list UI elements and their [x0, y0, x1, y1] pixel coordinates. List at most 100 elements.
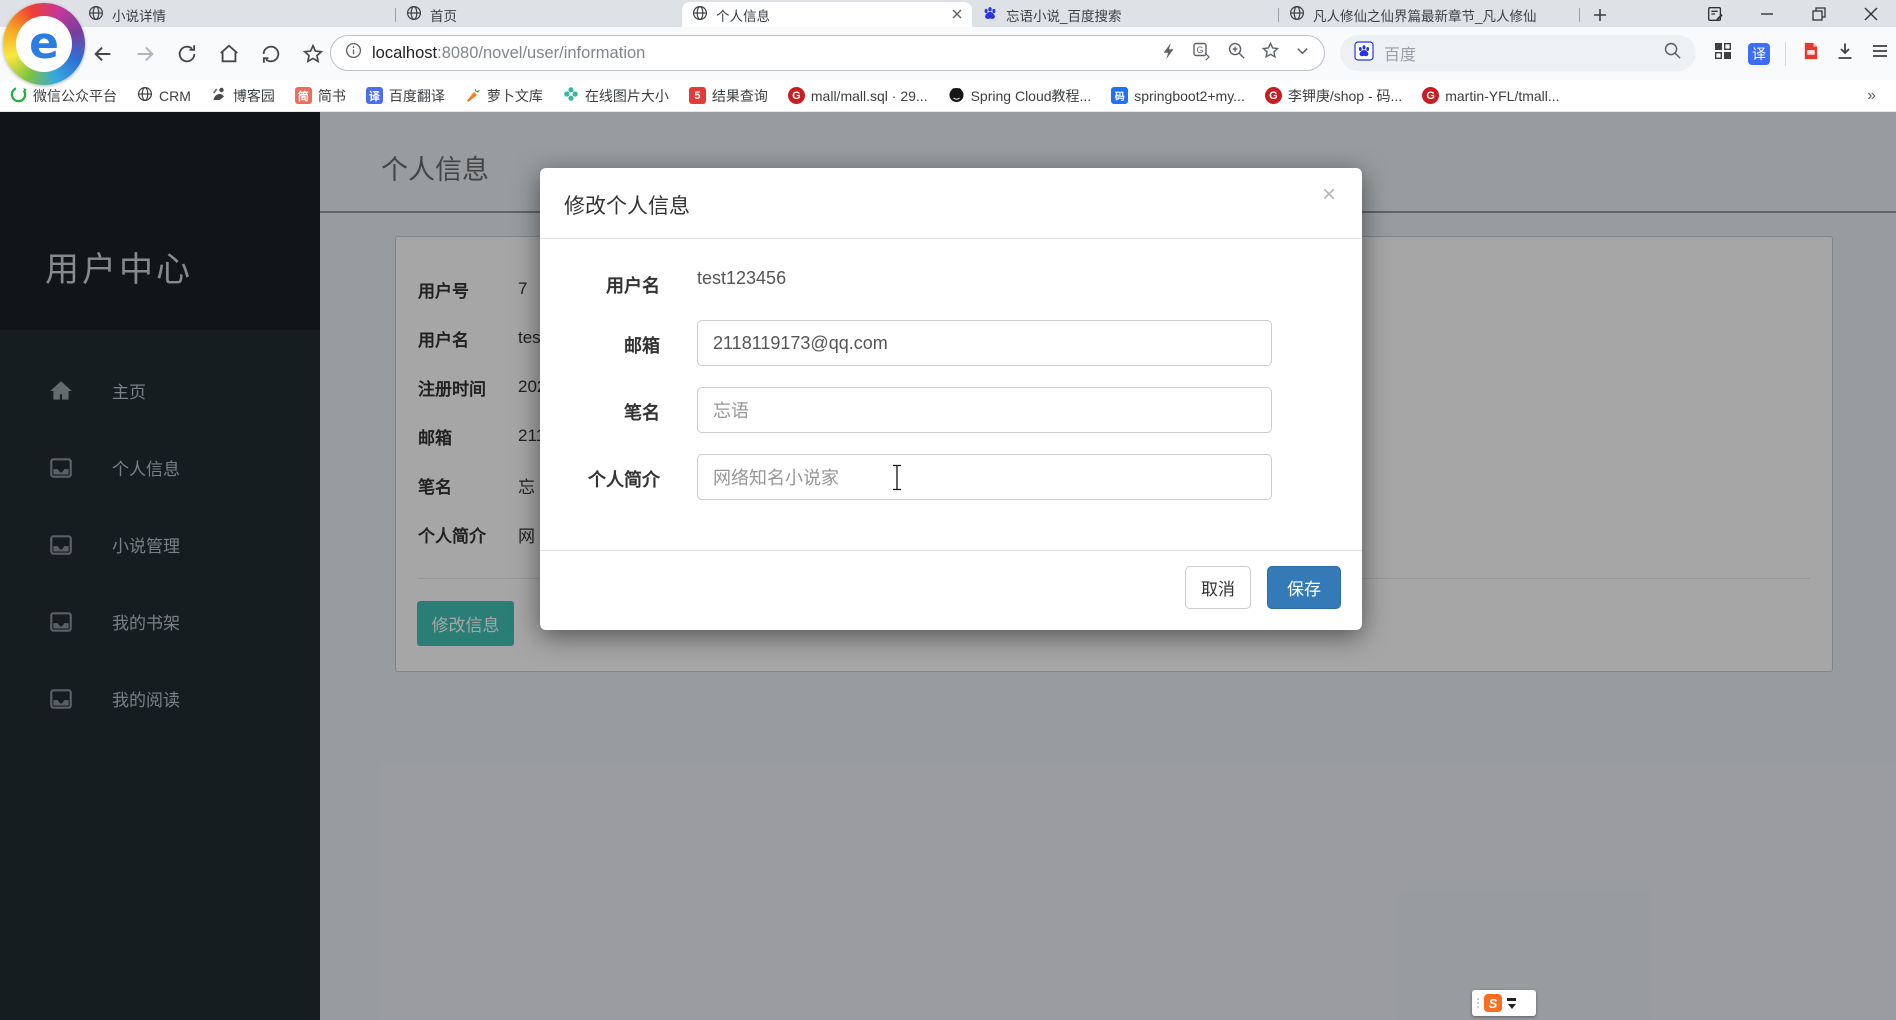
baidu-engine-icon: [1354, 40, 1374, 66]
chevron-down-icon[interactable]: [1295, 43, 1310, 63]
bookmark-star-icon[interactable]: [1261, 41, 1280, 65]
browser-window: e 小说详情 首页 个人信息 忘语小说_百度搜索 凡人修仙之仙界篇最新章节_凡人…: [0, 0, 1896, 1020]
translate-page-icon[interactable]: G: [1192, 41, 1212, 66]
jianshu-icon: 简: [294, 87, 312, 104]
bookmark-tmall[interactable]: Gmartin-YFL/tmall...: [1422, 87, 1560, 104]
penname-field[interactable]: [697, 387, 1272, 433]
drag-handle-icon: [1477, 998, 1479, 1008]
bookmark-luobo[interactable]: 萝卜文库: [465, 86, 543, 106]
tab-baidu-search[interactable]: 忘语小说_百度搜索: [972, 2, 1278, 27]
translate-icon: 译: [365, 87, 383, 104]
person-pen-icon: [211, 86, 227, 105]
bio-label: 个人简介: [588, 470, 660, 490]
browser-toolbar: localhost:8080/novel/user/information G …: [0, 27, 1896, 80]
globe-favicon: [88, 5, 104, 24]
bookmark-springboot2[interactable]: 码 springboot2+my...: [1111, 87, 1245, 104]
undo-icon[interactable]: [256, 39, 286, 69]
bookmarks-overflow-chevron[interactable]: »: [1867, 87, 1886, 105]
forward-icon[interactable]: [130, 39, 160, 69]
feedback-icon[interactable]: [1704, 3, 1726, 25]
tab-personal-info-active[interactable]: 个人信息: [682, 2, 972, 27]
tab-title: 忘语小说_百度搜索: [1006, 8, 1122, 24]
tab-separator: [1579, 8, 1580, 22]
modal-close-button[interactable]: ×: [1316, 182, 1342, 208]
github-icon: [948, 86, 965, 106]
home-icon[interactable]: [214, 39, 244, 69]
bookmark-cnblogs[interactable]: 博客园: [211, 86, 275, 106]
cancel-button[interactable]: 取消: [1185, 566, 1251, 609]
username-value: test123456: [697, 268, 787, 288]
code-icon: 码: [1111, 87, 1129, 104]
bookmark-image-size[interactable]: 在线图片大小: [563, 86, 669, 106]
translate-icon[interactable]: 译: [1748, 42, 1770, 65]
bookmark-label: 博客园: [232, 87, 275, 104]
bookmark-label: CRM: [159, 87, 191, 104]
close-window-button[interactable]: [1860, 3, 1882, 25]
menu-icon[interactable]: [1870, 41, 1890, 66]
email-label: 邮箱: [624, 336, 660, 356]
bio-field[interactable]: [697, 454, 1272, 500]
url-text[interactable]: localhost:8080/novel/user/information: [372, 44, 645, 63]
bookmark-mall-sql[interactable]: Gmall/mall.sql · 29...: [787, 87, 928, 104]
tab-novel-detail[interactable]: 小说详情: [78, 2, 395, 27]
reload-icon[interactable]: [172, 39, 202, 69]
gitee-icon: G: [1422, 87, 1440, 104]
email-field[interactable]: [697, 320, 1272, 366]
bookmark-jianshu[interactable]: 简简书: [294, 86, 346, 106]
bookmark-label: martin-YFL/tmall...: [1445, 87, 1560, 104]
bookmark-shop[interactable]: G 李钾庚/shop - 码...: [1264, 86, 1402, 106]
bookmarks-bar: 微信公众平台 CRM 博客园 简简书 译百度翻译 萝卜文库 在线图片大小 5 结果…: [0, 80, 1896, 112]
save-button[interactable]: 保存: [1267, 566, 1341, 609]
toolbar-divider: [1785, 41, 1786, 66]
tab-bar: e 小说详情 首页 个人信息 忘语小说_百度搜索 凡人修仙之仙界篇最新章节_凡人…: [0, 0, 1896, 85]
sogou-ime-bar[interactable]: S: [1472, 990, 1536, 1016]
penname-label: 笔名: [624, 403, 660, 423]
bookmark-label: 结果查询: [711, 87, 768, 104]
url-path: :8080/novel/user/information: [437, 43, 646, 62]
url-host: localhost: [372, 43, 438, 62]
bookmark-label: 在线图片大小: [584, 87, 669, 104]
carrot-icon: [465, 86, 481, 105]
download-icon[interactable]: [1835, 41, 1855, 66]
bookmark-result-query[interactable]: 5 结果查询: [688, 86, 768, 106]
favorite-star-icon[interactable]: [298, 39, 328, 69]
qr-grid-icon[interactable]: [1713, 41, 1733, 66]
search-icon[interactable]: [1663, 41, 1682, 65]
text-cursor-icon: [891, 464, 903, 496]
globe-favicon: [406, 5, 422, 24]
new-tab-button[interactable]: [1586, 2, 1614, 27]
search-engine-label: 百度: [1384, 47, 1417, 64]
minimize-button[interactable]: [1756, 3, 1778, 25]
sogou-icon: S: [1484, 994, 1502, 1012]
browser-logo[interactable]: e: [3, 3, 85, 85]
bookmark-baidu-fanyi[interactable]: 译百度翻译: [365, 86, 445, 106]
flower-icon: [563, 86, 579, 105]
globe-favicon: [1289, 5, 1305, 24]
five-icon: 5: [688, 87, 706, 104]
edit-profile-modal: 修改个人信息 × 用户名 test123456 邮箱 笔名 个人简介 取消 保存: [540, 168, 1362, 630]
bookmark-crm[interactable]: CRM: [137, 86, 191, 105]
bookmark-label: springboot2+my...: [1134, 87, 1245, 104]
bookmark-label: 微信公众平台: [33, 87, 117, 104]
bookmark-spring-cloud[interactable]: Spring Cloud教程...: [948, 86, 1091, 106]
search-box[interactable]: 百度: [1340, 35, 1696, 71]
lightning-icon[interactable]: [1161, 42, 1177, 65]
bookmark-wechat-mp[interactable]: 微信公众平台: [10, 86, 117, 106]
gitee-icon: G: [787, 87, 805, 104]
maximize-button[interactable]: [1808, 3, 1830, 25]
tab-close-icon[interactable]: [952, 7, 962, 22]
tab-fanren-novel[interactable]: 凡人修仙之仙界篇最新章节_凡人修仙: [1279, 2, 1579, 27]
page-viewport: 用户中心 主页 个人信息 小说管理 我的书架 我的阅读 个人信息 用户号 7 用…: [0, 112, 1896, 1020]
back-icon[interactable]: [88, 39, 118, 69]
address-bar[interactable]: localhost:8080/novel/user/information G: [330, 35, 1325, 71]
tab-home[interactable]: 首页: [396, 2, 682, 27]
zoom-in-icon[interactable]: [1227, 41, 1246, 65]
window-controls: [1704, 0, 1896, 27]
site-info-icon[interactable]: [345, 42, 362, 64]
bookmark-label: 百度翻译: [388, 87, 445, 104]
tab-title: 个人信息: [716, 8, 770, 24]
globe-favicon: [692, 5, 708, 24]
pdf-icon[interactable]: [1801, 41, 1820, 66]
username-label: 用户名: [606, 276, 660, 296]
tab-title: 首页: [430, 8, 457, 24]
